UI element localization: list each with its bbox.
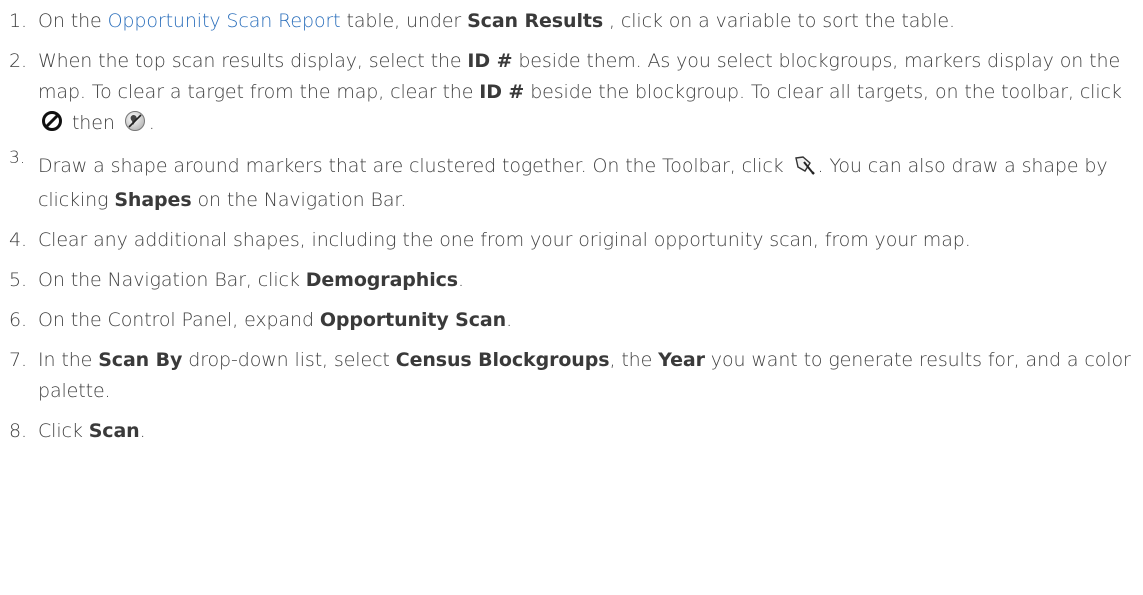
step-bold-term: Opportunity Scan [319,309,507,331]
step-8: 8. Click Scan. [0,416,1143,447]
step-text: , the [609,349,659,371]
step-7: 7. In the Scan By drop-down list, select … [0,345,1143,407]
step-text: . [506,309,513,331]
step-bold-term: Demographics [305,269,458,291]
step-bold-term: Shapes [114,189,192,211]
step-6: 6. On the Control Panel, expand Opportuni… [0,305,1143,336]
step-text: . [148,112,155,134]
step-text: , click on a variable to sort the table. [603,10,955,32]
step-text: drop-down list, select [182,349,396,371]
step-text: beside the blockgroup. To clear all targ… [524,81,1122,103]
step-text: then [66,112,121,134]
step-number: 8. [9,420,27,442]
step-4: 4. Clear any additional shapes, including… [0,225,1143,256]
step-text: When the top scan results display, selec… [38,50,468,72]
step-number: 3. [9,148,26,168]
step-text: table, under [340,10,468,32]
step-number: 7. [9,349,27,371]
step-text: Clear any additional shapes, including t… [38,229,971,251]
step-number: 2. [9,50,27,72]
step-number: 1. [9,10,27,32]
step-number: 6. [9,309,27,331]
step-bold-term: ID # [467,50,513,72]
opportunity-scan-report-link[interactable]: Opportunity Scan Report [108,10,341,32]
clear-markers-icon [124,110,146,142]
step-text: . [139,420,146,442]
step-bold-term: Scan Results [467,10,604,32]
step-3: 3. Draw a shape around markers that are c… [0,148,1143,216]
step-text: Draw a shape around markers that are clu… [38,155,790,177]
step-1: 1. On the Opportunity Scan Report table, … [0,6,1143,37]
step-bold-term: Scan By [98,349,183,371]
step-text: . [458,269,464,291]
draw-shape-icon [793,154,815,185]
step-text: On the [38,10,108,32]
instruction-steps: 1. On the Opportunity Scan Report table, … [0,0,1143,447]
step-text: Click [38,420,89,442]
step-text: On the Control Panel, expand [38,309,320,331]
step-number: 4. [9,229,27,251]
step-5: 5. On the Navigation Bar, click Demograph… [0,265,1143,296]
step-bold-term: Scan [88,420,140,442]
step-bold-term: Census Blockgroups [395,349,610,371]
step-number: 5. [9,269,27,291]
step-text: In the [38,349,99,371]
step-text: on the Navigation Bar. [191,189,407,211]
step-text: On the Navigation Bar, click [38,269,306,291]
step-bold-term: Year [658,349,705,371]
clear-targets-icon [41,110,63,142]
step-2: 2. When the top scan results display, sel… [0,46,1143,142]
step-bold-term: ID # [479,81,525,103]
